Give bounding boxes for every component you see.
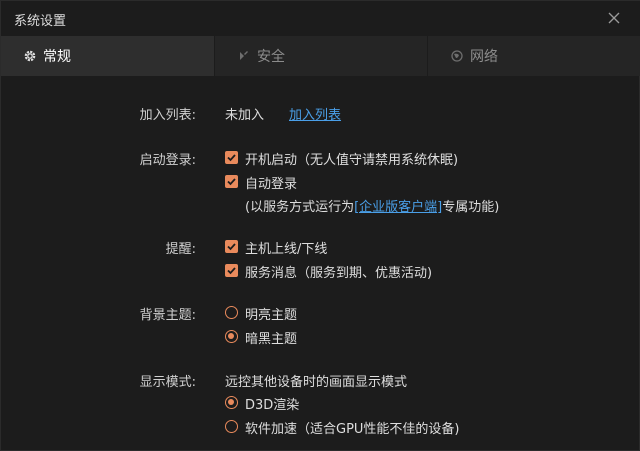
- boot-start-checkbox[interactable]: [225, 151, 238, 164]
- tab-network[interactable]: 网络: [427, 36, 640, 76]
- dark-theme-label: 暗黑主题: [245, 332, 298, 347]
- check-icon: [227, 154, 236, 162]
- gear-icon: [23, 49, 37, 63]
- tab-security-label: 安全: [257, 49, 285, 65]
- globe-icon: [450, 49, 464, 63]
- software-accel-radio[interactable]: [225, 420, 238, 433]
- shield-icon: [237, 49, 251, 63]
- reminders-label: 提醒:: [165, 242, 196, 257]
- tab-general-label: 常规: [43, 49, 71, 65]
- host-online-checkbox[interactable]: [225, 240, 238, 253]
- d3d-radio[interactable]: [225, 396, 238, 409]
- display-mode-description: 远控其他设备时的画面显示模式: [225, 375, 408, 390]
- enterprise-client-link[interactable]: [企业版客户端]: [354, 200, 442, 215]
- light-theme-radio[interactable]: [225, 306, 238, 319]
- check-icon: [227, 243, 236, 251]
- close-icon: [608, 12, 620, 24]
- title-bar: 系统设置: [1, 1, 640, 36]
- light-theme-label: 明亮主题: [245, 308, 298, 323]
- d3d-label: D3D渲染: [245, 398, 300, 413]
- theme-label: 背景主题:: [139, 308, 196, 323]
- join-list-link[interactable]: 加入列表: [289, 104, 341, 123]
- tab-general[interactable]: 常规: [1, 36, 214, 76]
- tab-security[interactable]: 安全: [214, 36, 427, 76]
- service-note-prefix: (以服务方式运行为: [245, 200, 355, 215]
- service-msg-label: 服务消息（服务到期、优惠活动): [245, 266, 433, 281]
- boot-start-label: 开机启动（无人值守请禁用系统休眠): [245, 153, 459, 168]
- service-note-suffix: 专属功能): [442, 200, 500, 215]
- settings-window: 系统设置 常规 安全 网络 加入列表: 未加入 加入列表 启动登录: 开机启动（…: [0, 0, 640, 451]
- window-title: 系统设置: [14, 14, 67, 29]
- auto-login-checkbox[interactable]: [225, 175, 238, 188]
- tab-bar: 常规 安全 网络: [1, 36, 640, 76]
- tab-network-label: 网络: [470, 49, 498, 65]
- startup-login-label: 启动登录:: [139, 153, 196, 168]
- service-msg-checkbox[interactable]: [225, 264, 238, 277]
- close-button[interactable]: [601, 5, 627, 31]
- check-icon: [227, 178, 236, 186]
- join-status: 未加入: [225, 108, 265, 123]
- software-accel-label: 软件加速（适合GPU性能不佳的设备): [245, 422, 460, 437]
- auto-login-label: 自动登录: [245, 177, 298, 192]
- dark-theme-radio[interactable]: [225, 330, 238, 343]
- service-note: (以服务方式运行为[企业版客户端]专属功能): [245, 196, 499, 215]
- display-mode-label: 显示模式:: [139, 375, 196, 390]
- join-list-label: 加入列表:: [139, 108, 196, 123]
- host-online-label: 主机上线/下线: [245, 242, 328, 257]
- check-icon: [227, 267, 236, 275]
